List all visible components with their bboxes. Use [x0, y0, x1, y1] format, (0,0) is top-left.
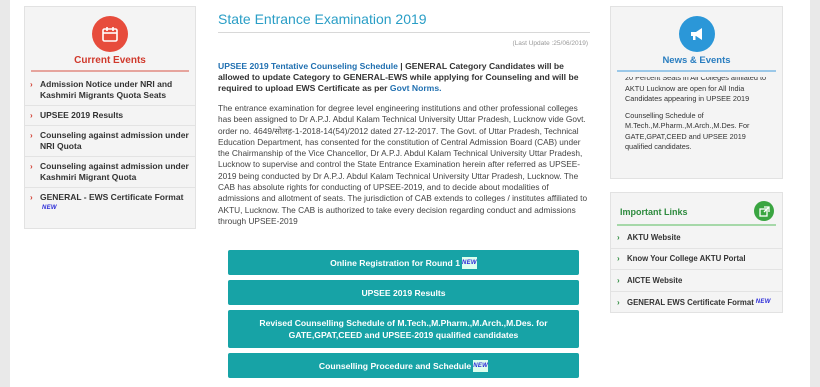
link-label: Know Your College AKTU Portal	[627, 254, 746, 264]
important-links-list: › AKTU Website › Know Your College AKTU …	[611, 227, 782, 313]
chevron-right-icon: ›	[30, 80, 33, 89]
schedule-link[interactable]: UPSEE 2019 Tentative Counseling Schedule	[218, 61, 398, 71]
link-aicte-website[interactable]: › AICTE Website	[611, 270, 782, 292]
event-item-nri-kashmiri-notice[interactable]: › Admission Notice under NRI and Kashmir…	[25, 75, 195, 106]
important-links-title: Important Links	[620, 207, 688, 217]
chevron-right-icon: ›	[617, 297, 620, 307]
megaphone-icon	[679, 16, 715, 52]
online-registration-button[interactable]: Online Registration for Round 1 NEW	[228, 250, 579, 275]
button-label: Counselling Procedure and Schedule	[318, 360, 472, 371]
new-badge: NEW	[473, 359, 489, 372]
important-links-panel: Important Links › AKTU Website › Know Yo…	[610, 192, 783, 313]
page-title: State Entrance Examination 2019	[218, 11, 427, 27]
button-label: Online Registration for Round 1	[330, 257, 460, 268]
divider	[31, 70, 189, 72]
news-events-panel: News & Events 20 Percent Seats in All Co…	[610, 6, 783, 179]
current-events-title: Current Events	[74, 55, 146, 66]
event-item-results[interactable]: › UPSEE 2019 Results	[25, 106, 195, 126]
chevron-right-icon: ›	[30, 162, 33, 171]
last-update-text: (Last Update :25/06/2019)	[512, 40, 588, 47]
current-events-list: › Admission Notice under NRI and Kashmir…	[25, 75, 195, 218]
external-link-icon	[754, 201, 774, 221]
link-label: GENERAL EWS Certificate Format	[627, 297, 754, 307]
link-label: AKTU Website	[627, 232, 681, 242]
counselling-procedure-button[interactable]: Counselling Procedure and Schedule NEW	[228, 353, 579, 378]
chevron-right-icon: ›	[30, 131, 33, 140]
link-know-your-college[interactable]: › Know Your College AKTU Portal	[611, 249, 782, 270]
event-item-kashmiri-counseling[interactable]: › Counseling against admission under Kas…	[25, 157, 195, 188]
event-item-label: UPSEE 2019 Results	[40, 110, 124, 120]
new-badge: NEW	[461, 256, 477, 269]
link-aktu-website[interactable]: › AKTU Website	[611, 227, 782, 249]
chevron-right-icon: ›	[617, 232, 620, 242]
news-item[interactable]: 20 Percent Seats in All Colleges affilia…	[625, 77, 772, 105]
event-item-label: Admission Notice under NRI and Kashmiri …	[40, 79, 173, 100]
link-ews-certificate[interactable]: › GENERAL EWS Certificate Format NEW	[611, 292, 782, 314]
chevron-right-icon: ›	[617, 275, 620, 285]
chevron-right-icon: ›	[617, 254, 620, 264]
button-label: Revised Counselling Schedule of M.Tech.,…	[259, 318, 548, 340]
chevron-right-icon: ›	[30, 193, 33, 202]
button-label: UPSEE 2019 Results	[361, 287, 446, 298]
divider	[218, 32, 590, 33]
revised-schedule-button[interactable]: Revised Counselling Schedule of M.Tech.,…	[228, 310, 579, 348]
counseling-notice: UPSEE 2019 Tentative Counseling Schedule…	[218, 61, 588, 94]
calendar-icon	[92, 16, 128, 52]
current-events-panel: Current Events › Admission Notice under …	[24, 6, 196, 229]
news-item[interactable]: Counselling Schedule of M.Tech.,M.Pharm.…	[625, 111, 772, 153]
govt-norms-link[interactable]: Govt Norms.	[390, 83, 442, 93]
event-item-label: GENERAL - EWS Certificate Format	[40, 192, 184, 202]
news-ticker: 20 Percent Seats in All Colleges affilia…	[625, 77, 772, 175]
divider	[617, 224, 776, 226]
new-badge: NEW	[755, 299, 771, 306]
event-item-label: Counseling against admission under NRI Q…	[40, 130, 189, 151]
divider	[617, 70, 776, 72]
intro-paragraph: The entrance examination for degree leve…	[218, 103, 588, 226]
event-item-label: Counseling against admission under Kashm…	[40, 161, 189, 182]
new-badge: NEW	[42, 205, 57, 212]
link-label: AICTE Website	[627, 275, 683, 285]
results-button[interactable]: UPSEE 2019 Results	[228, 280, 579, 305]
event-item-ews-certificate[interactable]: › GENERAL - EWS Certificate Format NEW	[25, 188, 195, 218]
chevron-right-icon: ›	[30, 111, 33, 120]
event-item-nri-counseling[interactable]: › Counseling against admission under NRI…	[25, 126, 195, 157]
news-events-title: News & Events	[662, 55, 731, 66]
